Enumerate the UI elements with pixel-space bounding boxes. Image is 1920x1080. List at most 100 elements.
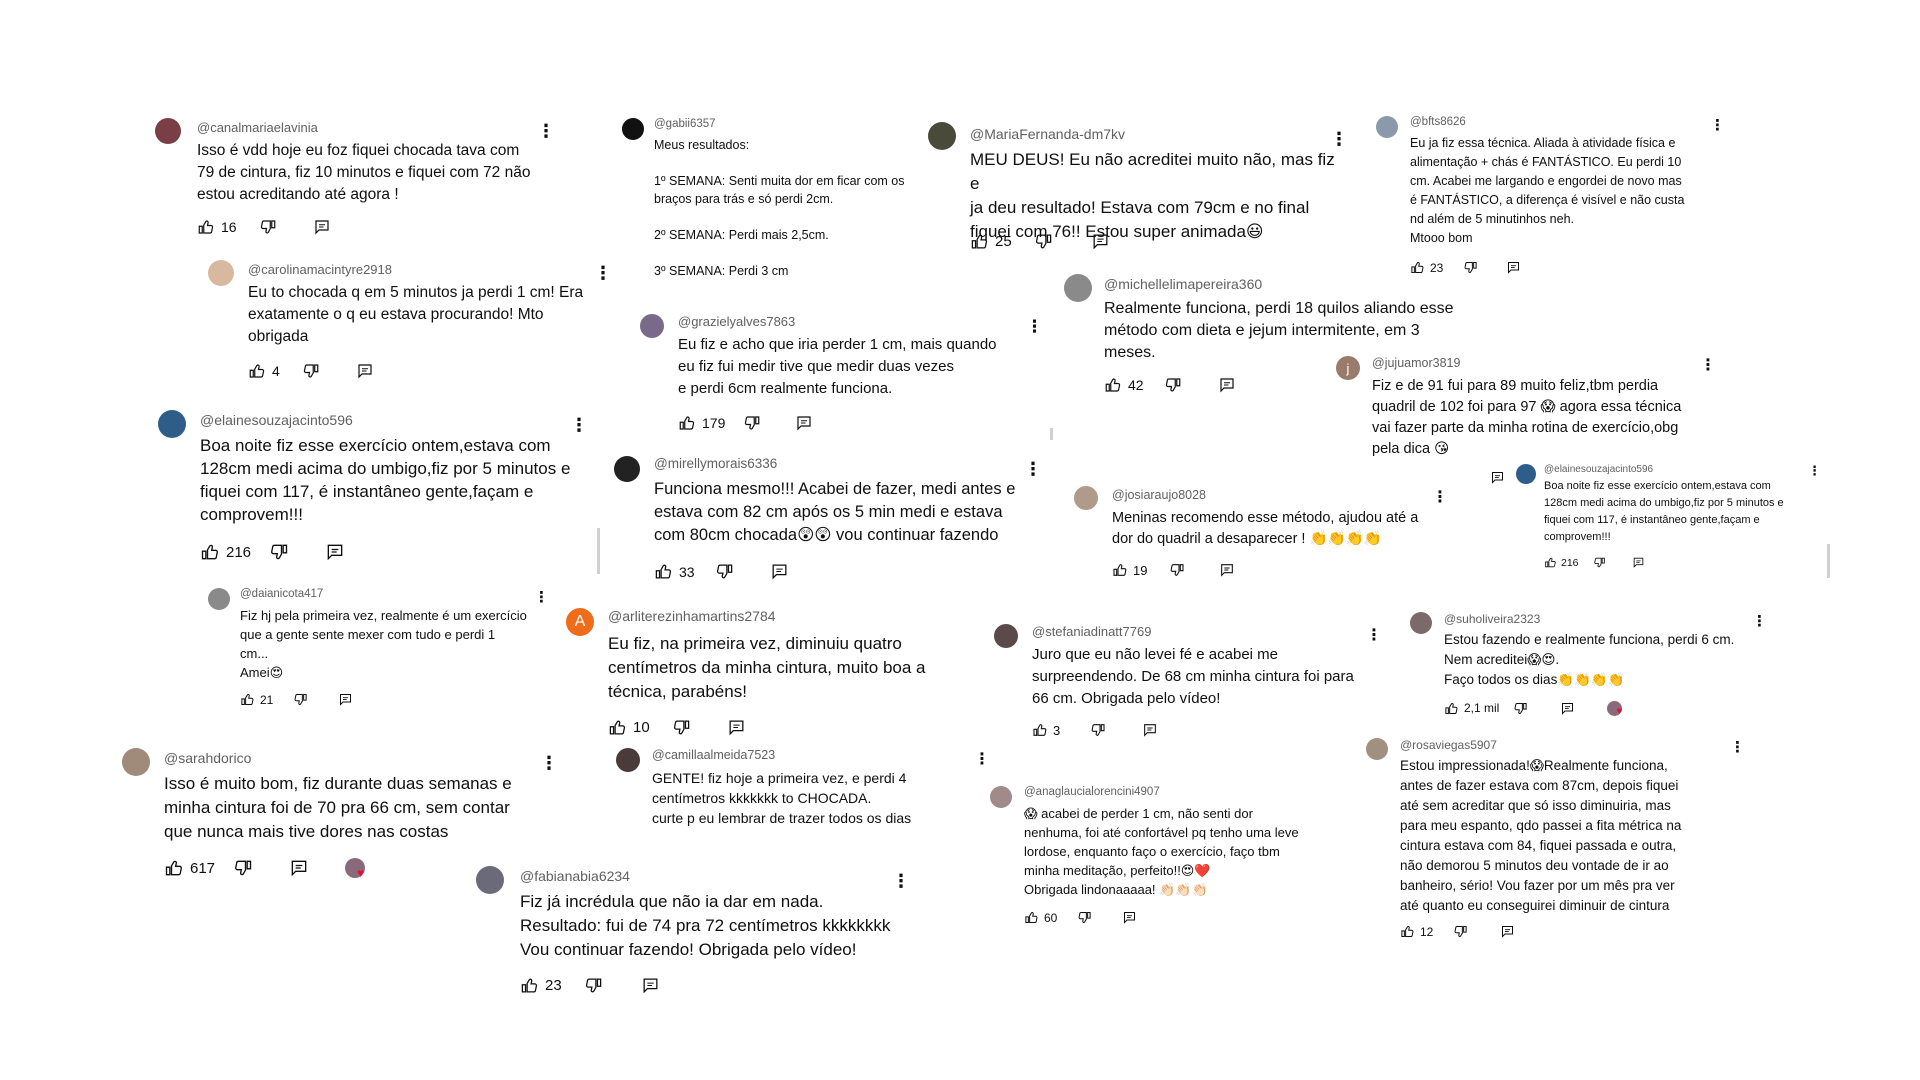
comment-author[interactable]: @camillaalmeida7523 — [652, 748, 775, 762]
scrollbar[interactable] — [1050, 428, 1053, 440]
reply-button[interactable] — [770, 562, 789, 581]
like-button[interactable]: 617 — [164, 858, 215, 878]
reply-button[interactable] — [1632, 556, 1645, 569]
reply-button[interactable] — [1506, 260, 1521, 275]
dislike-button[interactable] — [1169, 562, 1185, 578]
more-options-icon[interactable]: ⋮ — [1808, 464, 1821, 477]
dislike-button[interactable] — [715, 562, 734, 581]
avatar[interactable] — [616, 748, 640, 772]
more-options-icon[interactable]: ⋮ — [1366, 628, 1382, 644]
more-options-icon[interactable]: ⋮ — [594, 264, 612, 282]
avatar[interactable] — [640, 314, 664, 338]
dislike-button[interactable] — [1164, 376, 1182, 394]
comment-author[interactable]: @MariaFernanda-dm7kv — [970, 126, 1125, 142]
more-options-icon[interactable]: ⋮ — [1730, 740, 1745, 755]
avatar[interactable] — [990, 786, 1012, 808]
reply-button[interactable] — [356, 362, 374, 380]
comment-author[interactable]: @canalmariaelavinia — [197, 120, 318, 135]
like-button[interactable]: 42 — [1104, 376, 1144, 394]
avatar[interactable]: j — [1336, 356, 1360, 380]
reply-button[interactable] — [1218, 376, 1236, 394]
comment-author[interactable]: @gabii6357 — [654, 118, 716, 130]
dislike-button[interactable] — [1453, 924, 1468, 939]
comment-author[interactable]: @daianicota417 — [240, 588, 323, 600]
avatar[interactable] — [1366, 738, 1388, 760]
avatar[interactable] — [208, 588, 230, 610]
comment-author[interactable]: @bfts8626 — [1410, 116, 1466, 128]
more-options-icon[interactable]: ⋮ — [1024, 460, 1042, 478]
comment-author[interactable]: @anaglaucialorencini4907 — [1024, 786, 1160, 798]
more-options-icon[interactable]: ⋮ — [570, 416, 588, 434]
dislike-button[interactable] — [1513, 701, 1528, 716]
comment-author[interactable]: @carolinamacintyre2918 — [248, 262, 392, 277]
dislike-button[interactable] — [233, 858, 253, 878]
dislike-button[interactable] — [293, 692, 308, 707]
reply-button[interactable] — [641, 976, 660, 995]
avatar[interactable] — [928, 122, 956, 150]
dislike-button[interactable] — [1593, 556, 1606, 569]
dislike-button[interactable] — [584, 976, 603, 995]
reply-button[interactable] — [325, 542, 345, 562]
avatar[interactable] — [208, 260, 234, 286]
comment-author[interactable]: @josiaraujo8028 — [1112, 488, 1206, 502]
like-button[interactable]: 60 — [1024, 910, 1057, 925]
avatar[interactable] — [1064, 274, 1092, 302]
scrollbar[interactable] — [597, 528, 600, 574]
avatar[interactable] — [155, 118, 181, 144]
more-options-icon[interactable]: ⋮ — [1700, 358, 1716, 374]
comment-author[interactable]: @elainesouzajacinto596 — [1544, 464, 1653, 475]
avatar[interactable] — [1376, 116, 1398, 138]
comment-author[interactable]: @michellelimapereira360 — [1104, 276, 1262, 292]
more-options-icon[interactable]: ⋮ — [1330, 130, 1348, 148]
scrollbar[interactable] — [1827, 544, 1830, 578]
comment-author[interactable]: @stefaniadinatt7769 — [1032, 624, 1151, 639]
reply-button[interactable] — [338, 692, 353, 707]
avatar[interactable] — [476, 866, 504, 894]
more-options-icon[interactable]: ⋮ — [1432, 490, 1448, 506]
more-options-icon[interactable]: ⋮ — [540, 754, 558, 772]
like-button[interactable]: 216 — [200, 542, 251, 562]
comment-author[interactable]: @fabianabia6234 — [520, 868, 630, 884]
avatar[interactable]: A — [566, 608, 594, 636]
avatar[interactable] — [622, 118, 644, 140]
like-button[interactable]: 16 — [197, 218, 237, 236]
comment-author[interactable]: @grazielyalves7863 — [678, 314, 795, 329]
reply-button[interactable] — [1219, 562, 1235, 578]
avatar[interactable] — [1410, 612, 1432, 634]
reply-button[interactable] — [1142, 722, 1158, 738]
like-button[interactable]: 19 — [1112, 562, 1147, 578]
like-button[interactable]: 33 — [654, 562, 695, 581]
dislike-button[interactable] — [743, 414, 761, 432]
comment-author[interactable]: @arliterezinhamartins2784 — [608, 608, 776, 624]
comment-author[interactable]: @jujuamor3819 — [1372, 356, 1460, 370]
reply-button[interactable] — [1122, 910, 1137, 925]
reply-button[interactable] — [289, 858, 309, 878]
reply-button[interactable] — [1091, 232, 1110, 251]
reply-button[interactable] — [795, 414, 813, 432]
more-options-icon[interactable]: ⋮ — [1752, 614, 1767, 629]
dislike-button[interactable] — [672, 718, 691, 737]
avatar[interactable] — [122, 748, 150, 776]
comment-author[interactable]: @rosaviegas5907 — [1400, 738, 1497, 752]
dislike-button[interactable] — [269, 542, 289, 562]
like-button[interactable]: 21 — [240, 692, 273, 707]
like-button[interactable]: 23 — [520, 976, 562, 995]
like-button[interactable]: 2,1 mil — [1444, 701, 1499, 716]
more-options-icon[interactable]: ⋮ — [1026, 318, 1043, 335]
avatar[interactable] — [994, 624, 1018, 648]
avatar[interactable] — [614, 456, 640, 482]
like-button[interactable]: 3 — [1032, 722, 1060, 738]
reply-button[interactable] — [727, 718, 746, 737]
dislike-button[interactable] — [1077, 910, 1092, 925]
dislike-button[interactable] — [302, 362, 320, 380]
dislike-button[interactable] — [1090, 722, 1106, 738]
like-button[interactable]: 12 — [1400, 924, 1433, 939]
like-button[interactable]: 25 — [970, 232, 1012, 251]
dislike-button[interactable] — [1463, 260, 1478, 275]
reply-button[interactable] — [313, 218, 331, 236]
avatar[interactable] — [1516, 464, 1536, 484]
avatar[interactable] — [1074, 486, 1098, 510]
comment-author[interactable]: @sarahdorico — [164, 750, 251, 766]
more-options-icon[interactable]: ⋮ — [974, 752, 990, 768]
comment-author[interactable]: @mirellymorais6336 — [654, 456, 777, 471]
